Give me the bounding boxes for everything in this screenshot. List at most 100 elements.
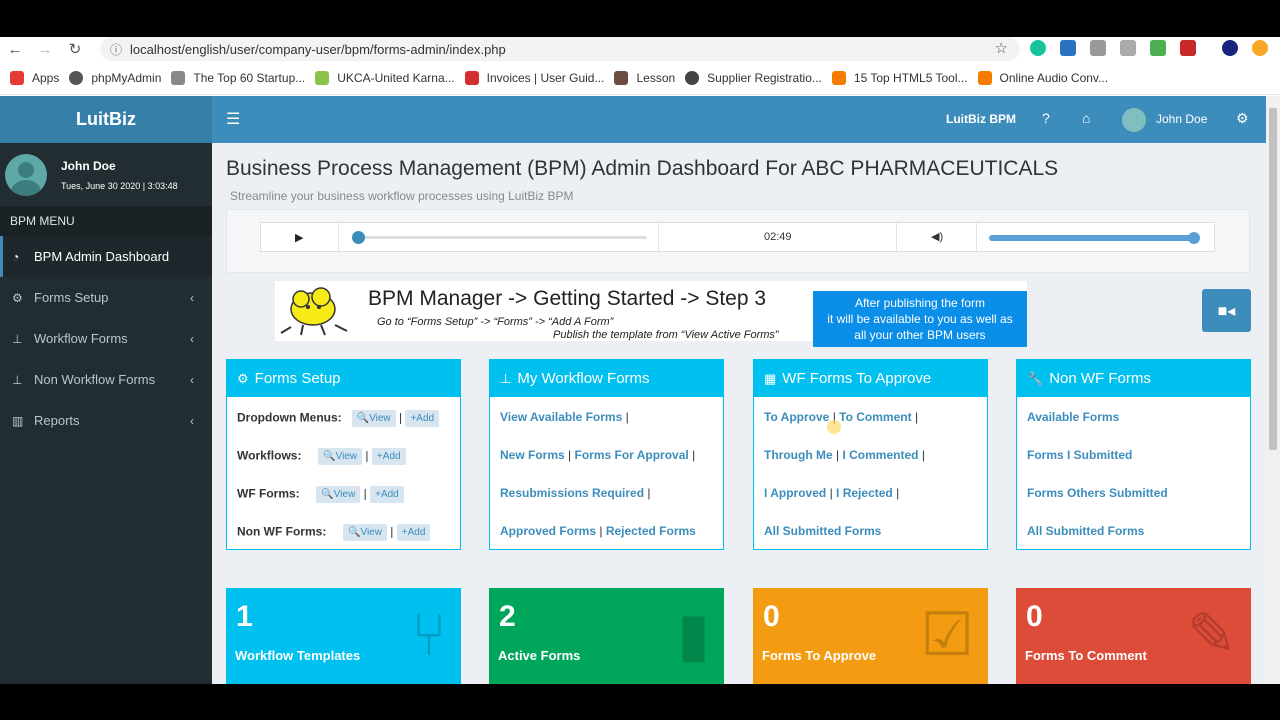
extension-icon[interactable]: [1060, 40, 1076, 56]
user-panel: John Doe Tues, June 30 2020 | 3:03:48: [0, 143, 212, 206]
bookmark-startup[interactable]: The Top 60 Startup...: [171, 70, 305, 85]
link-i-rejected[interactable]: I Rejected: [836, 486, 893, 500]
link-through-me[interactable]: Through Me: [764, 448, 833, 462]
bookmark-html5[interactable]: 15 Top HTML5 Tool...: [831, 70, 968, 85]
home-icon[interactable]: ⌂: [1082, 110, 1090, 126]
volume-slider[interactable]: [989, 232, 1200, 244]
cogs-icon: ⚙: [12, 290, 23, 305]
back-icon[interactable]: ←: [0, 41, 30, 58]
play-icon[interactable]: ▶: [295, 231, 303, 244]
progress-slider[interactable]: [352, 231, 647, 244]
tile-workflow-templates[interactable]: 1 Workflow Templates ⑂: [226, 588, 461, 684]
banner-line2: Publish the template from “View Active F…: [553, 329, 779, 341]
view-button[interactable]: 🔍View: [316, 486, 361, 503]
non-wf-forms-box: 🔧 Non WF Forms Available Forms Forms I Su…: [1016, 359, 1251, 550]
progress-handle[interactable]: [352, 231, 365, 244]
link-approved-forms[interactable]: Approved Forms: [500, 524, 596, 538]
add-button[interactable]: +Add: [405, 410, 440, 427]
file-icon: ▮: [676, 601, 710, 668]
video-camera-button[interactable]: ■◂: [1202, 289, 1251, 332]
link-forms-i-submitted[interactable]: Forms I Submitted: [1027, 448, 1132, 462]
calendar-icon: ▦: [764, 370, 777, 386]
navbar-avatar[interactable]: [1122, 108, 1146, 132]
grammarly-icon[interactable]: [1030, 40, 1046, 56]
add-button[interactable]: +Add: [371, 448, 406, 465]
tile-active-forms[interactable]: 2 Active Forms ▮: [489, 588, 724, 684]
info-icon[interactable]: ⓘ: [110, 41, 122, 58]
sitemap-icon: ⊥: [12, 331, 23, 346]
sidebar-item-dashboard[interactable]: ◔ BPM Admin Dashboard: [0, 236, 212, 277]
tile-forms-to-comment[interactable]: 0 Forms To Comment ✎: [1016, 588, 1251, 684]
forms-setup-box: ⚙ Forms Setup Dropdown Menus: 🔍View | +Ad…: [226, 359, 461, 550]
bookmark-audio[interactable]: Online Audio Conv...: [977, 70, 1108, 85]
link-resubmissions-required[interactable]: Resubmissions Required: [500, 486, 644, 500]
sidebar-item-workflow-forms[interactable]: ⊥ Workflow Forms ‹: [0, 318, 212, 359]
top-navbar: ☰ LuitBiz BPM ? ⌂ John Doe ⚙: [212, 96, 1266, 143]
view-button[interactable]: 🔍View: [318, 448, 363, 465]
box-title: Forms Setup: [254, 370, 341, 387]
link-i-commented[interactable]: I Commented: [842, 448, 918, 462]
audio-time: 02:49: [764, 231, 792, 243]
mouse-cursor-highlight: [827, 420, 841, 434]
extension-icon[interactable]: [1120, 40, 1136, 56]
navbar-user-name[interactable]: John Doe: [1156, 112, 1207, 126]
app-logo[interactable]: LuitBiz: [0, 96, 212, 143]
sidebar-item-reports[interactable]: ▥ Reports ‹: [0, 400, 212, 441]
link-all-submitted-forms[interactable]: All Submitted Forms: [1027, 524, 1144, 538]
hamburger-icon[interactable]: ☰: [226, 109, 240, 129]
video-camera-icon: ■◂: [1217, 302, 1236, 320]
help-icon[interactable]: ?: [1042, 110, 1050, 126]
view-button[interactable]: 🔍View: [343, 524, 387, 541]
address-bar[interactable]: ⓘ localhost/english/user/company-user/bp…: [100, 37, 1020, 61]
avatar: [5, 153, 47, 196]
navbar-brand[interactable]: LuitBiz BPM: [946, 112, 1016, 126]
link-all-submitted-forms[interactable]: All Submitted Forms: [764, 524, 881, 538]
link-rejected-forms[interactable]: Rejected Forms: [606, 524, 696, 538]
extension-icon[interactable]: [1150, 40, 1166, 56]
link-new-forms[interactable]: New Forms: [500, 448, 565, 462]
link-i-approved[interactable]: I Approved: [764, 486, 826, 500]
profile-icon[interactable]: [1222, 40, 1238, 56]
link-forms-for-approval[interactable]: Forms For Approval: [575, 448, 689, 462]
menu-header: BPM MENU: [0, 206, 212, 236]
bookmark-ukca[interactable]: UKCA-United Karna...: [315, 70, 455, 85]
link-to-approve[interactable]: To Approve: [764, 410, 829, 424]
link-view-available-forms[interactable]: View Available Forms: [500, 410, 622, 424]
reload-icon[interactable]: ↻: [60, 40, 90, 58]
sidebar-item-forms-setup[interactable]: ⚙ Forms Setup ‹: [0, 277, 212, 318]
code-fork-icon: ⑂: [411, 601, 447, 668]
chevron-left-icon: ‹: [190, 290, 194, 305]
add-button[interactable]: +Add: [370, 486, 404, 503]
extension-icon[interactable]: [1180, 40, 1196, 56]
sidebar-item-non-workflow-forms[interactable]: ⊥ Non Workflow Forms ‹: [0, 359, 212, 400]
banner-line1: Go to “Forms Setup” -> “Forms” -> “Add A…: [377, 316, 614, 328]
page-subtitle: Streamline your business workflow proces…: [230, 189, 574, 203]
gear-icon[interactable]: ⚙: [1236, 110, 1249, 127]
bar-chart-icon: ▥: [12, 413, 24, 428]
sitemap-icon: ⊥: [500, 370, 512, 386]
page-scrollbar[interactable]: [1266, 96, 1280, 684]
forward-icon[interactable]: →: [30, 41, 60, 58]
link-forms-others-submitted[interactable]: Forms Others Submitted: [1027, 486, 1168, 500]
extension-icon[interactable]: [1252, 40, 1268, 56]
bookmark-lesson[interactable]: Lesson: [614, 70, 675, 85]
wrench-icon: 🔧: [1027, 370, 1044, 386]
box-title: My Workflow Forms: [517, 370, 650, 387]
scrollbar-thumb[interactable]: [1269, 108, 1277, 450]
extension-icon[interactable]: [1090, 40, 1106, 56]
volume-icon[interactable]: ◀): [931, 230, 943, 243]
url-text: localhost/english/user/company-user/bpm/…: [130, 41, 506, 57]
bookmark-invoices[interactable]: Invoices | User Guid...: [464, 70, 604, 85]
bookmark-apps[interactable]: Apps: [10, 70, 59, 85]
link-to-comment[interactable]: To Comment: [839, 410, 911, 424]
tile-forms-to-approve[interactable]: 0 Forms To Approve ☑: [753, 588, 988, 684]
sitemap-icon: ⊥: [12, 372, 23, 387]
add-button[interactable]: +Add: [396, 524, 431, 541]
view-button[interactable]: 🔍View: [351, 410, 396, 427]
bookmark-phpmyadmin[interactable]: phpMyAdmin: [69, 70, 161, 85]
link-available-forms[interactable]: Available Forms: [1027, 410, 1119, 424]
bookmark-supplier[interactable]: Supplier Registratio...: [685, 70, 822, 85]
check-square-icon: ☑: [920, 601, 974, 668]
volume-handle[interactable]: [1188, 232, 1200, 244]
bookmark-star-icon[interactable]: ☆: [995, 39, 1008, 57]
